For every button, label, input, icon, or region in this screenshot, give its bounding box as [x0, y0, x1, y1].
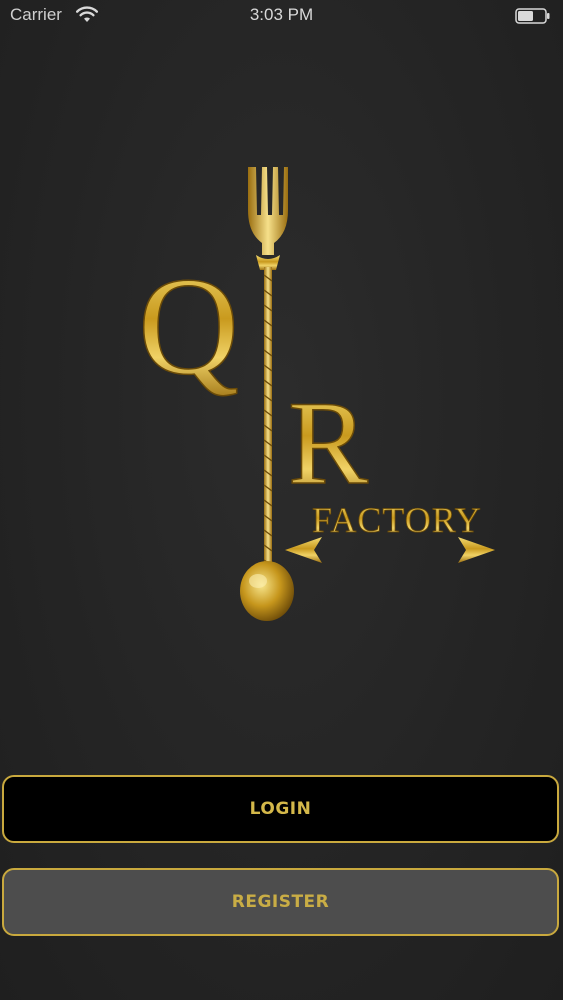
- spoon-icon: [240, 561, 294, 621]
- logo-letter-r: R: [288, 376, 368, 509]
- login-button[interactable]: LOGIN: [2, 775, 559, 843]
- logo-graphic: Q R FACTORY: [137, 167, 495, 621]
- double-arrow-icon: [285, 537, 495, 563]
- qr-factory-logo: Q R FACTORY: [130, 155, 510, 630]
- logo-letter-q: Q: [138, 249, 239, 404]
- status-bar: Carrier 3:03 PM: [0, 0, 563, 32]
- battery-icon: [515, 8, 550, 24]
- utensil-shaft: [263, 267, 273, 582]
- clock: 3:03 PM: [249, 5, 314, 24]
- logo-wordmark: FACTORY: [312, 500, 482, 540]
- register-button[interactable]: REGISTER: [2, 868, 559, 936]
- app-screen: Carrier 3:03 PM Q R FACTORY LOGIN REGIST…: [0, 0, 563, 1000]
- fork-icon: [248, 167, 288, 270]
